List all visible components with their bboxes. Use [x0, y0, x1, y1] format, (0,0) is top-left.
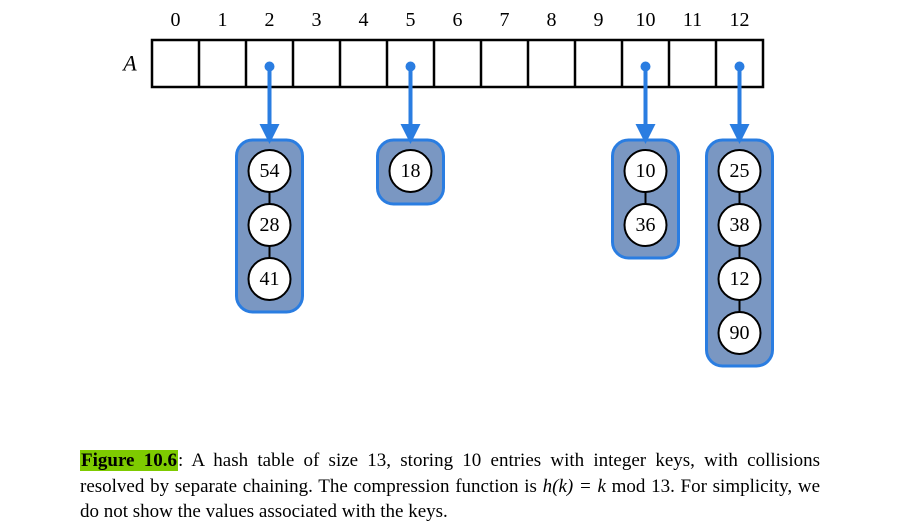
index-label: 11: [683, 9, 702, 31]
hash-table-diagram: 0123456789101112A54284118103625381290: [0, 0, 902, 440]
index-label: 1: [218, 9, 228, 31]
array-label: A: [121, 51, 137, 76]
index-label: 5: [406, 9, 416, 31]
node-value: 10: [636, 160, 656, 182]
node-value: 36: [636, 214, 656, 236]
index-label: 6: [453, 9, 463, 31]
index-label: 0: [171, 9, 181, 31]
index-label: 8: [547, 9, 557, 31]
node-value: 41: [260, 268, 280, 290]
array-cells: [152, 40, 763, 87]
figure-label: Figure 10.6: [80, 450, 178, 471]
node-value: 38: [730, 214, 750, 236]
node-value: 12: [730, 268, 750, 290]
node-value: 28: [260, 214, 280, 236]
index-label: 10: [636, 9, 656, 31]
index-label: 7: [500, 9, 510, 31]
figure-caption: Figure 10.6: A hash table of size 13, st…: [80, 448, 820, 525]
node-value: 18: [401, 160, 421, 182]
index-label: 4: [359, 9, 369, 31]
index-label: 12: [730, 9, 750, 31]
compression-function: h(k) = k: [543, 476, 606, 497]
index-label: 3: [312, 9, 322, 31]
node-value: 54: [260, 160, 280, 182]
index-label: 9: [594, 9, 604, 31]
node-value: 25: [730, 160, 750, 182]
node-value: 90: [730, 322, 750, 344]
index-label: 2: [265, 9, 275, 31]
